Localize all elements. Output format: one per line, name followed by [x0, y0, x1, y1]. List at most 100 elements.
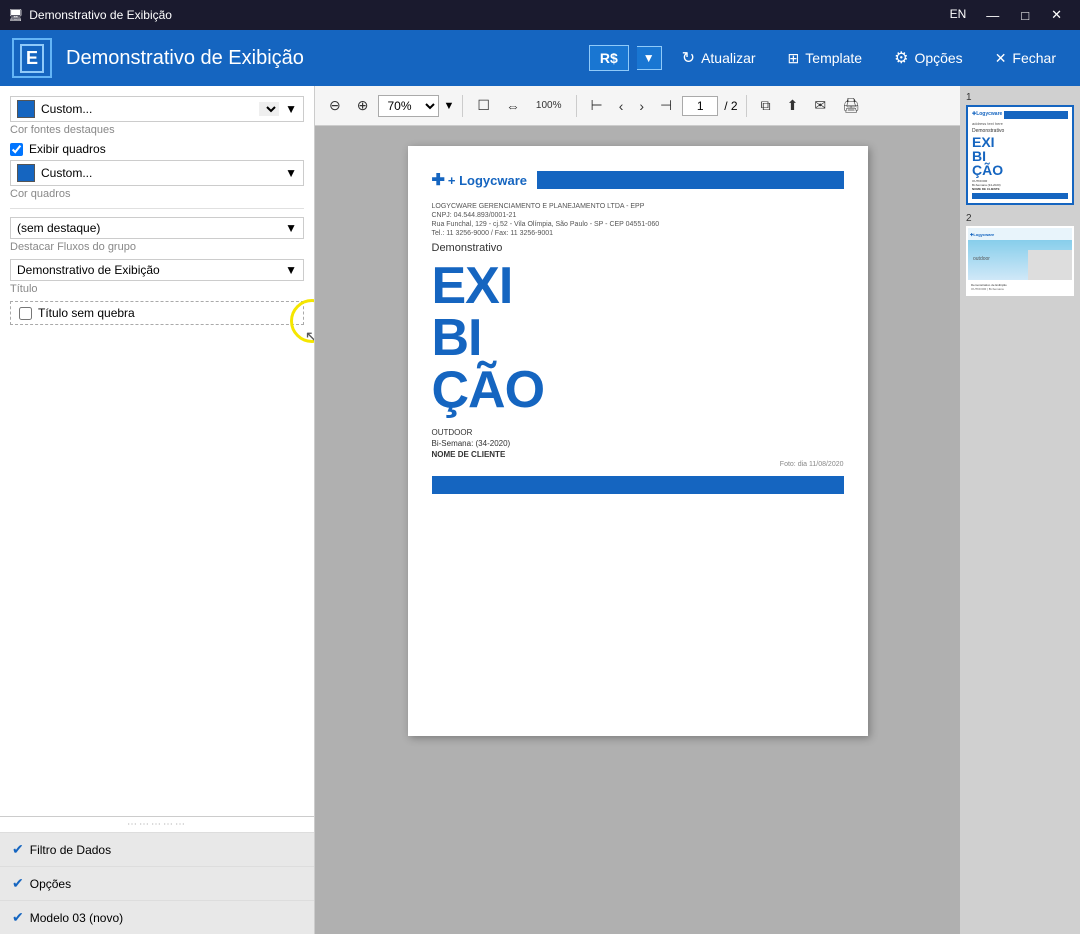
page-input[interactable]: [682, 96, 718, 116]
currency-dropdown[interactable]: ▼: [637, 46, 662, 70]
title-bar-title: Demonstrativo de Exibição: [29, 8, 172, 22]
accordion-filtro: ✔ Filtro de Dados: [0, 832, 314, 866]
left-panel: Custom... ▼ Cor fontes destaques Exibir …: [0, 86, 315, 934]
exibir-quadros-label: Exibir quadros: [29, 142, 106, 156]
page-icon-button[interactable]: ☐: [471, 94, 496, 117]
modelo-label: Modelo 03 (novo): [30, 911, 123, 925]
doc-logo-text: + Logycware: [448, 173, 527, 188]
address-line1: LOGYCWARE GERENCIAMENTO E PLANEJAMENTO L…: [432, 202, 844, 211]
custom-label-1: Custom...: [41, 102, 253, 116]
titulo-sem-quebra-row: Título sem quebra ↖: [10, 301, 304, 325]
document-area: ✚ + Logycware LOGYCWARE GERENCIAMENTO E …: [315, 126, 960, 934]
exibir-quadros-checkbox[interactable]: [10, 143, 23, 156]
atualizar-button[interactable]: ↻ Atualizar: [670, 42, 768, 74]
doc-header-bar: [537, 171, 843, 189]
last-page-button[interactable]: ⊣: [654, 94, 678, 117]
thumb2-photo: outdoor: [968, 240, 1072, 280]
zoom-out-button[interactable]: ⊖: [323, 94, 347, 117]
thumb2-svg: outdoor: [968, 240, 1072, 280]
sem-destaque-label: (sem destaque): [17, 221, 285, 235]
atualizar-label: Atualizar: [701, 50, 755, 66]
opcoes-label: Opções: [30, 877, 71, 891]
custom-label-2: Custom...: [41, 166, 279, 180]
thumb-big-title-1: EXIBIÇÃO: [972, 135, 1068, 177]
thumbnail-2[interactable]: 2 ✚Logycware: [966, 213, 1074, 296]
custom-dropdown-2[interactable]: ▼: [285, 166, 297, 180]
fit-button[interactable]: ⇔: [500, 95, 526, 117]
lang-indicator: EN: [942, 3, 975, 27]
main-layout: Custom... ▼ Cor fontes destaques Exibir …: [0, 86, 1080, 934]
thumb2-logo: ✚Logycware: [970, 232, 994, 237]
fechar-label: Fechar: [1012, 50, 1056, 66]
mail-button[interactable]: ✉: [808, 94, 832, 117]
sem-destaque-dropdown[interactable]: ▼: [285, 221, 297, 235]
thumb2-detail: OUTDOOR | Bi-Semana: [971, 287, 1069, 291]
opcoes-toolbar-label: Opções: [914, 50, 962, 66]
doc-logo-plus: ✚: [432, 170, 445, 190]
share-button[interactable]: ⬆: [781, 94, 805, 117]
separator-1: [462, 95, 463, 117]
doc-info-semana: Bi-Semana: (34-2020): [432, 439, 844, 448]
separator-2: [576, 95, 577, 117]
doc-big-title: EXI BI ÇÃO: [432, 260, 844, 416]
cliente-strong: NOME DE CLIENTE: [432, 450, 506, 459]
opcoes-header[interactable]: ✔ Opções: [0, 867, 314, 900]
doc-footer-bar: [432, 476, 844, 494]
currency-button[interactable]: R$: [589, 45, 629, 71]
thumb-img-2[interactable]: ✚Logycware: [966, 226, 1074, 296]
thumb-footer-1: [972, 193, 1068, 199]
demo-exibicao-val: Demonstrativo de Exibição: [17, 263, 285, 277]
minimize-button[interactable]: —: [976, 3, 1009, 27]
accordion-opcoes: ✔ Opções: [0, 866, 314, 900]
thumb-img-1[interactable]: ✚Logycware address text here Demonstrati…: [966, 105, 1074, 205]
zoom-dropdown-btn[interactable]: ▼: [443, 100, 454, 112]
panel-content: Custom... ▼ Cor fontes destaques Exibir …: [0, 86, 314, 816]
custom-dropdown-1[interactable]: ▼: [285, 102, 297, 116]
doc-logo: ✚ + Logycware: [432, 170, 528, 190]
doc-date: Foto: dia 11/08/2020: [432, 461, 844, 468]
address-line4: Tel.: 11 3256-9000 / Fax: 11 3256-9001: [432, 229, 844, 238]
cursor-icon: ↖: [305, 327, 314, 347]
percent-button[interactable]: 100%: [530, 97, 568, 114]
address-line2: CNPJ: 04.544.893/0001-21: [432, 211, 844, 220]
thumbnail-1[interactable]: 1 ✚Logycware address text here Demonstra…: [966, 92, 1074, 205]
fechar-button[interactable]: ✕ Fechar: [983, 44, 1068, 73]
thumb-addr-1: address text here: [972, 121, 1068, 126]
demo-exibicao-dropdown[interactable]: ▼: [285, 263, 297, 277]
titulo-sem-quebra-label: Título sem quebra: [38, 306, 135, 320]
print-button[interactable]: 🖨: [836, 94, 866, 117]
doc-info-cliente: NOME DE CLIENTE: [432, 450, 844, 459]
prev-page-button[interactable]: ‹: [613, 95, 630, 117]
color-box-2: [17, 164, 35, 182]
zoom-in-button[interactable]: ⊕: [351, 94, 375, 117]
maximize-button[interactable]: □: [1011, 3, 1039, 27]
title-bar: 🖥 Demonstrativo de Exibição EN — □ ✕: [0, 0, 1080, 30]
titulo-label: Título: [10, 283, 304, 295]
doc-address: LOGYCWARE GERENCIAMENTO E PLANEJAMENTO L…: [432, 202, 844, 238]
titulo-checkbox-container: Título sem quebra: [10, 301, 304, 325]
big-title-line2: BI: [432, 312, 844, 364]
close-button[interactable]: ✕: [1041, 3, 1072, 27]
modelo-check-icon: ✔: [12, 909, 24, 926]
first-page-button[interactable]: ⊢: [585, 94, 609, 117]
svg-text:outdoor: outdoor: [973, 256, 990, 262]
center-content: ⊖ ⊕ 70% 100% 50% ▼ ☐ ⇔ 100% ⊢ ‹ › ⊣ / 2 …: [315, 86, 960, 934]
custom-select-1[interactable]: [259, 102, 279, 116]
right-panel: 1 ✚Logycware address text here Demonstra…: [960, 86, 1080, 934]
app-toolbar: E Demonstrativo de Exibição R$ ▼ ↻ Atual…: [0, 30, 1080, 86]
opcoes-toolbar-button[interactable]: ⚙ Opções: [882, 42, 975, 74]
titulo-sem-quebra-checkbox[interactable]: [19, 307, 32, 320]
copy-button[interactable]: ⧉: [755, 94, 777, 117]
resizer[interactable]: ⋯⋯⋯⋯⋯: [0, 817, 314, 832]
thumb2-bottom: Demonstrativo de Exibição OUTDOOR | Bi-S…: [968, 280, 1072, 294]
next-page-button[interactable]: ›: [633, 95, 650, 117]
template-button[interactable]: ⊞ Template: [776, 44, 875, 73]
modelo-header[interactable]: ✔ Modelo 03 (novo): [0, 901, 314, 934]
color-box-1: [17, 100, 35, 118]
address-line3: Rua Funchal, 129 - cj.52 - Vila Olímpia,…: [432, 220, 844, 229]
filtro-header[interactable]: ✔ Filtro de Dados: [0, 833, 314, 866]
zoom-select[interactable]: 70% 100% 50%: [378, 95, 439, 117]
bottom-panels: ⋯⋯⋯⋯⋯ ✔ Filtro de Dados ✔ Opções ✔ Model…: [0, 816, 314, 934]
big-title-line3: ÇÃO: [432, 364, 844, 416]
document-page: ✚ + Logycware LOGYCWARE GERENCIAMENTO E …: [408, 146, 868, 736]
